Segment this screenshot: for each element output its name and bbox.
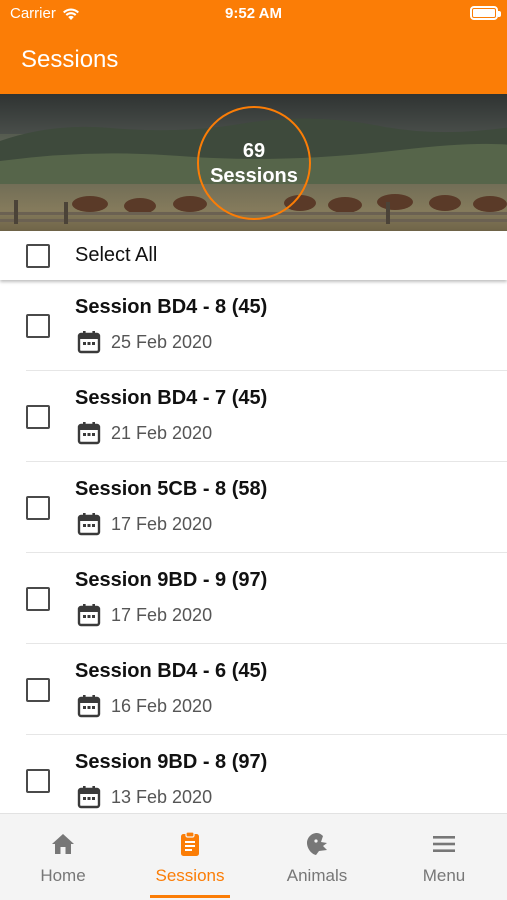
session-date: 25 Feb 2020 xyxy=(111,331,213,352)
select-all-label: Select All xyxy=(75,244,158,266)
list-item[interactable]: Session 5CB - 8 (58) 17 Feb 2020 xyxy=(0,462,507,553)
list-item[interactable]: Session BD4 - 6 (45) 16 Feb 2020 xyxy=(0,644,507,735)
clipboard-icon xyxy=(181,831,199,856)
tab-animals-label: Animals xyxy=(286,866,348,885)
session-checkbox[interactable] xyxy=(26,496,50,520)
clock: 9:52 AM xyxy=(225,5,282,22)
calendar-icon xyxy=(77,513,101,536)
select-all-row[interactable]: Select All xyxy=(0,231,507,280)
session-title: Session BD4 - 8 (45) xyxy=(75,296,268,318)
select-all-checkbox[interactable] xyxy=(26,244,50,268)
list-item[interactable]: Session 9BD - 8 (97) 13 Feb 2020 xyxy=(0,735,507,813)
tab-home[interactable]: Home xyxy=(0,814,126,900)
hamburger-menu-icon xyxy=(433,836,455,852)
session-checkbox[interactable] xyxy=(26,678,50,702)
calendar-icon xyxy=(77,604,101,627)
tab-menu[interactable]: Menu xyxy=(381,814,507,900)
page-title: Sessions xyxy=(21,46,119,73)
status-bar: Carrier 9:52 AM xyxy=(0,0,507,28)
tab-animals[interactable]: Animals xyxy=(254,814,380,900)
tab-sessions-label: Sessions xyxy=(155,866,225,885)
tab-sessions[interactable]: Sessions xyxy=(127,814,253,900)
session-checkbox[interactable] xyxy=(26,769,50,793)
session-title: Session BD4 - 7 (45) xyxy=(75,387,268,409)
session-title: Session 5CB - 8 (58) xyxy=(75,478,268,500)
battery-icon xyxy=(470,6,501,20)
calendar-icon xyxy=(77,422,101,445)
calendar-icon xyxy=(77,331,101,354)
list-item[interactable]: Session BD4 - 7 (45) 21 Feb 2020 xyxy=(0,371,507,462)
session-count-badge: 69 Sessions xyxy=(197,106,311,220)
home-icon xyxy=(52,834,74,854)
session-checkbox[interactable] xyxy=(26,405,50,429)
session-count: 69 xyxy=(242,140,266,162)
app-header: Carrier 9:52 AM Sessions xyxy=(0,0,507,94)
animal-head-icon xyxy=(307,833,327,855)
calendar-icon xyxy=(77,695,101,718)
session-date: 17 Feb 2020 xyxy=(111,604,213,625)
session-checkbox[interactable] xyxy=(26,314,50,338)
session-count-label: Sessions xyxy=(210,165,298,187)
session-title: Session 9BD - 8 (97) xyxy=(75,751,268,773)
session-date: 21 Feb 2020 xyxy=(111,422,213,443)
tab-bar: Home Sessions Animals Menu xyxy=(0,813,507,900)
session-checkbox[interactable] xyxy=(26,587,50,611)
session-date: 13 Feb 2020 xyxy=(111,786,213,807)
list-item[interactable]: Session 9BD - 9 (97) 17 Feb 2020 xyxy=(0,553,507,644)
session-date: 16 Feb 2020 xyxy=(111,695,213,716)
tab-home-label: Home xyxy=(40,866,86,885)
session-title: Session 9BD - 9 (97) xyxy=(75,569,268,591)
tab-menu-label: Menu xyxy=(422,866,466,885)
active-tab-indicator xyxy=(150,895,230,898)
session-list[interactable]: Session BD4 - 8 (45) 25 Feb 2020 Session… xyxy=(0,280,507,813)
session-title: Session BD4 - 6 (45) xyxy=(75,660,268,682)
session-date: 17 Feb 2020 xyxy=(111,513,213,534)
calendar-icon xyxy=(77,786,101,809)
list-item[interactable]: Session BD4 - 8 (45) 25 Feb 2020 xyxy=(0,280,507,371)
